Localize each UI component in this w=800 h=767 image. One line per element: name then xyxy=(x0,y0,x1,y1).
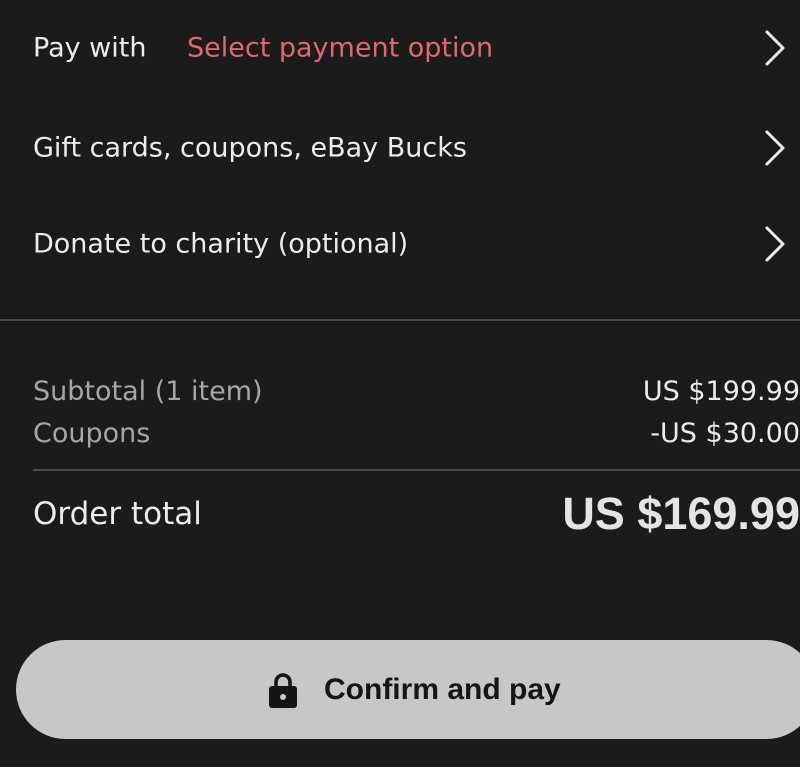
gift-cards-row[interactable]: Gift cards, coupons, eBay Bucks xyxy=(0,118,800,178)
coupons-value: -US $30.00 xyxy=(650,418,800,449)
confirm-and-pay-label: Confirm and pay xyxy=(324,672,561,706)
confirm-button-content: Confirm and pay xyxy=(268,671,561,709)
gift-cards-label: Gift cards, coupons, eBay Bucks xyxy=(33,132,467,164)
pay-with-row[interactable]: Pay with Select payment option xyxy=(0,18,800,78)
lock-icon xyxy=(269,672,297,708)
donate-charity-label: Donate to charity (optional) xyxy=(33,228,409,260)
order-total-value: US $169.99 xyxy=(562,488,800,539)
subtotal-value: US $199.99 xyxy=(642,376,800,407)
section-divider xyxy=(0,319,800,321)
coupons-label: Coupons xyxy=(33,418,151,449)
pay-with-label: Pay with xyxy=(33,32,147,64)
select-payment-option-link[interactable]: Select payment option xyxy=(187,33,493,64)
subtotal-label: Subtotal (1 item) xyxy=(33,376,263,407)
chevron-right-icon[interactable] xyxy=(762,28,788,68)
chevron-right-icon[interactable] xyxy=(762,128,788,168)
donate-charity-row[interactable]: Donate to charity (optional) xyxy=(0,214,800,274)
chevron-right-icon[interactable] xyxy=(762,224,788,264)
summary-divider xyxy=(33,469,800,471)
confirm-and-pay-button[interactable]: Confirm and pay xyxy=(16,640,800,739)
order-total-label: Order total xyxy=(33,496,202,532)
